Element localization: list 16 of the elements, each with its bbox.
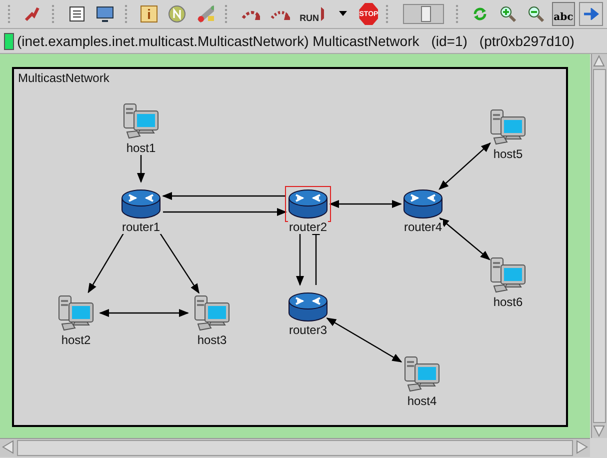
run-button[interactable]: RUN xyxy=(296,2,328,26)
node-label: router4 xyxy=(402,220,444,234)
node-label: host6 xyxy=(492,295,524,309)
node-label: host2 xyxy=(60,333,92,347)
node-label: host5 xyxy=(492,147,524,161)
node-label: host3 xyxy=(196,333,228,347)
module-path: (inet.examples.inet.multicast.MulticastNetwork) MulticastNetwork xyxy=(17,33,420,49)
network-title: MulticastNetwork xyxy=(18,71,110,85)
module-id: (id=1) xyxy=(431,33,468,49)
node-label: host4 xyxy=(406,394,438,408)
module-pointer: (ptr0xb297d10) xyxy=(479,33,574,49)
node-label: router2 xyxy=(288,220,328,234)
node-label: host1 xyxy=(125,141,157,155)
label-toggle-button[interactable]: abc xyxy=(552,2,575,26)
node-label: router1 xyxy=(120,220,162,234)
node-label: router3 xyxy=(288,323,328,337)
